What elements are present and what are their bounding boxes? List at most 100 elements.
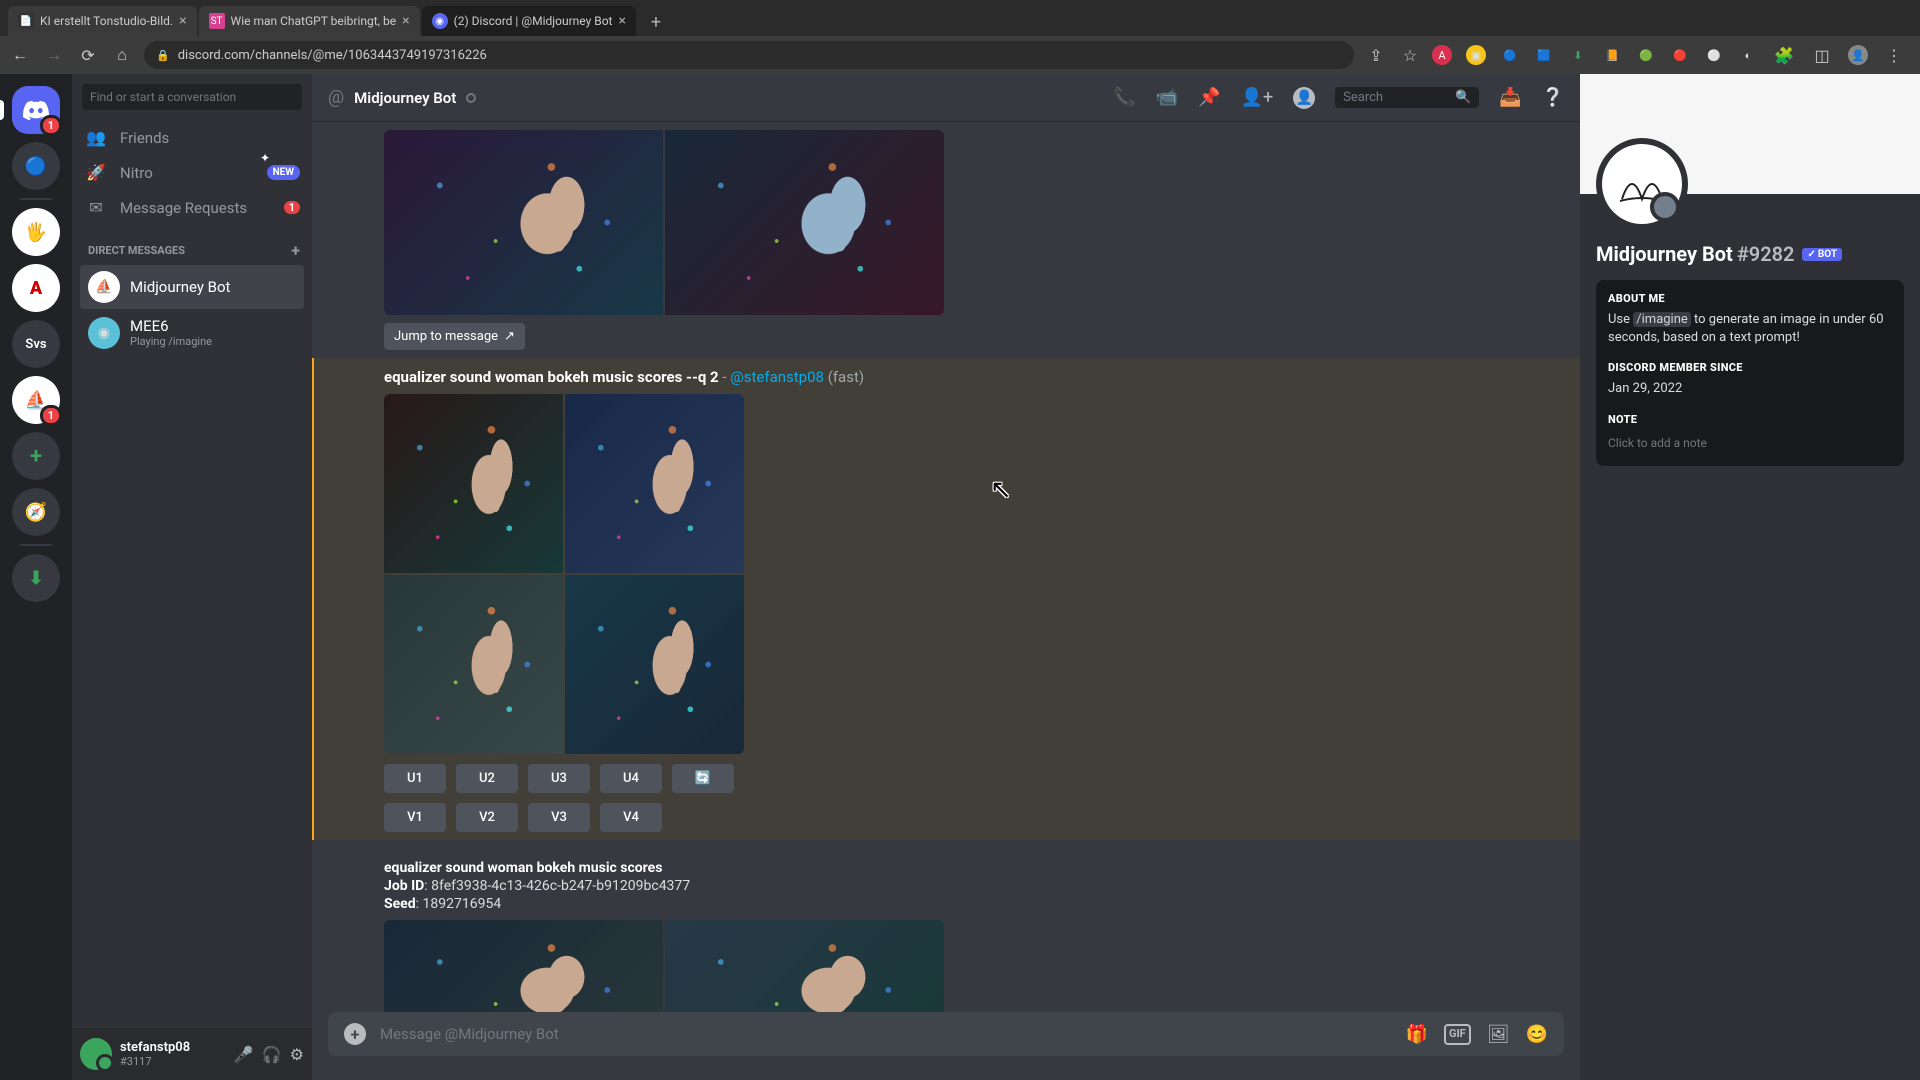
v2-button[interactable]: V2 [456,803,518,832]
pinned-messages-button[interactable]: 📌 [1198,87,1220,108]
browser-tab-3[interactable]: ◉ (2) Discord | @Midjourney Bot × [422,6,636,36]
ext-icon-5[interactable]: ⬇ [1568,45,1588,65]
attach-button[interactable]: + [344,1023,366,1045]
create-dm-button[interactable]: + [291,241,300,260]
v4-button[interactable]: V4 [600,803,662,832]
browser-tab-strip: 📄 KI erstellt Tonstudio-Bild. × ST Wie m… [0,0,1920,36]
jump-to-message-button[interactable]: Jump to message ↗ [384,323,525,350]
extensions-icon[interactable]: 🧩 [1772,46,1796,65]
deafen-button[interactable]: 🎧 [262,1045,282,1064]
explore-servers-button[interactable]: 🧭 [12,488,60,536]
emoji-button[interactable]: 😊 [1526,1024,1548,1045]
guild-svs[interactable]: Svs [12,320,60,368]
ext-icon-2[interactable]: ▣ [1466,45,1486,65]
friends-tab[interactable]: 👥 Friends [72,120,312,155]
guild-4[interactable]: A [12,264,60,312]
ext-icon-1[interactable]: A [1432,45,1452,65]
sidepanel-icon[interactable]: ◫ [1810,46,1834,65]
guild-3[interactable]: 🖐 [12,208,60,256]
add-friends-button[interactable]: 👤+ [1241,87,1274,108]
new-tab-button[interactable]: + [642,8,670,36]
dm-column: Find or start a conversation 👥 Friends 🚀… [72,74,312,1080]
dm-search-input[interactable]: Find or start a conversation [82,84,302,110]
back-button[interactable]: ← [8,45,32,65]
download-apps-button[interactable]: ⬇ [12,554,60,602]
home-button[interactable]: ⌂ [110,45,134,65]
guild-4-pill: A [12,264,60,312]
nitro-label: Nitro [120,164,153,182]
reroll-button[interactable]: 🔄 [672,764,734,793]
u1-button[interactable]: U1 [384,764,446,793]
dm-channel-midjourney[interactable]: ⛵ Midjourney Bot [80,265,304,309]
forward-button[interactable]: → [42,45,66,65]
profile-avatar-icon[interactable]: 👤 [1848,45,1868,65]
extensions-tray: A ▣ 🔵 🟦 ⬇ 📙 🟢 🔴 ⚪ ◐ 🧩 ◫ 👤 ⋮ [1432,45,1912,65]
favicon-1: 📄 [18,13,34,29]
bookmark-icon[interactable]: ☆ [1398,46,1422,65]
messages-scroll[interactable]: Jump to message ↗ equalizer sound woman … [312,122,1580,1012]
guild-3-pill: 🖐 [12,208,60,256]
message-requests-label: Message Requests [120,199,247,217]
mute-mic-button[interactable]: 🎤 [234,1045,254,1064]
chat-input[interactable]: + Message @Midjourney Bot 🎁 GIF 🖼 😊 [328,1012,1564,1056]
ext-icon-8[interactable]: 🔴 [1670,45,1690,65]
search-icon: 🔍 [1455,90,1471,105]
note-input[interactable]: Click to add a note [1608,432,1892,454]
jobid-label: Job ID [384,878,424,894]
tab-close-2[interactable]: × [402,13,409,29]
help-button[interactable]: ❔ [1542,87,1564,108]
sticker-button[interactable]: 🖼 [1487,1024,1510,1045]
dm-channel-mee6[interactable]: ◉ MEE6 Playing /imagine [80,311,304,355]
u3-button[interactable]: U3 [528,764,590,793]
dm-name-midjourney: Midjourney Bot [130,279,230,296]
gift-button[interactable]: 🎁 [1406,1024,1428,1045]
share-icon[interactable]: ⇪ [1364,46,1388,65]
search-placeholder: Search [1343,90,1383,105]
user-info[interactable]: stefanstp08 #3117 [120,1040,190,1068]
nitro-icon: 🚀 [84,163,108,182]
browser-tab-1[interactable]: 📄 KI erstellt Tonstudio-Bild. × [8,6,197,36]
browser-toolbar: ← → ⟳ ⌂ 🔒 discord.com/channels/@me/10634… [0,36,1920,74]
ext-icon-10[interactable]: ◐ [1738,45,1758,65]
video-call-button[interactable]: 📹 [1156,87,1178,108]
browser-tab-2[interactable]: ST Wie man ChatGPT beibringt, be × [199,6,420,36]
u4-button[interactable]: U4 [600,764,662,793]
guild-mj-pill: ⛵ 1 [12,376,60,424]
guild-sidebar: 1 🔵 🖐 A Svs ⛵ 1 + 🧭 ⬇ [0,74,72,1080]
image-grid-next[interactable] [384,920,944,1012]
nitro-tab[interactable]: 🚀 Nitro NEW ✦ [72,155,312,190]
url-bar[interactable]: 🔒 discord.com/channels/@me/1063443749197… [144,41,1354,69]
profile-avatar[interactable] [1596,138,1688,230]
guild-separator-2 [20,544,52,546]
inbox-button[interactable]: 📥 [1499,87,1521,108]
guild-2[interactable]: 🔵 [12,142,60,190]
ext-icon-9[interactable]: ⚪ [1704,45,1724,65]
image-grid-prev[interactable] [384,130,944,315]
favicon-3: ◉ [432,13,448,29]
ext-icon-6[interactable]: 📙 [1602,45,1622,65]
tab-close-1[interactable]: × [179,13,186,29]
gif-button[interactable]: GIF [1444,1024,1471,1045]
tab-close-3[interactable]: × [618,13,625,29]
guild-mj-badge: 1 [40,405,62,426]
user-avatar[interactable] [80,1038,112,1070]
message-requests-tab[interactable]: ✉ Message Requests 1 [72,190,312,225]
ext-icon-7[interactable]: 🟢 [1636,45,1656,65]
u2-button[interactable]: U2 [456,764,518,793]
voice-call-button[interactable]: 📞 [1113,87,1135,108]
note-header: NOTE [1608,413,1892,426]
ext-icon-3[interactable]: 🔵 [1500,45,1520,65]
reload-button[interactable]: ⟳ [76,46,100,65]
image-grid-main[interactable] [384,394,744,754]
profile-banner [1580,74,1920,194]
user-settings-button[interactable]: ⚙ [290,1045,304,1064]
ext-icon-4[interactable]: 🟦 [1534,45,1554,65]
prompt-mention[interactable]: @stefanstp08 [730,368,824,386]
v1-button[interactable]: V1 [384,803,446,832]
search-input[interactable]: Search 🔍 [1335,87,1479,108]
menu-icon[interactable]: ⋮ [1882,46,1906,65]
user-profile-button[interactable]: 👤 [1293,87,1315,109]
add-server-button[interactable]: + [12,432,60,480]
v3-button[interactable]: V3 [528,803,590,832]
dm-avatar-midjourney: ⛵ [88,271,120,303]
